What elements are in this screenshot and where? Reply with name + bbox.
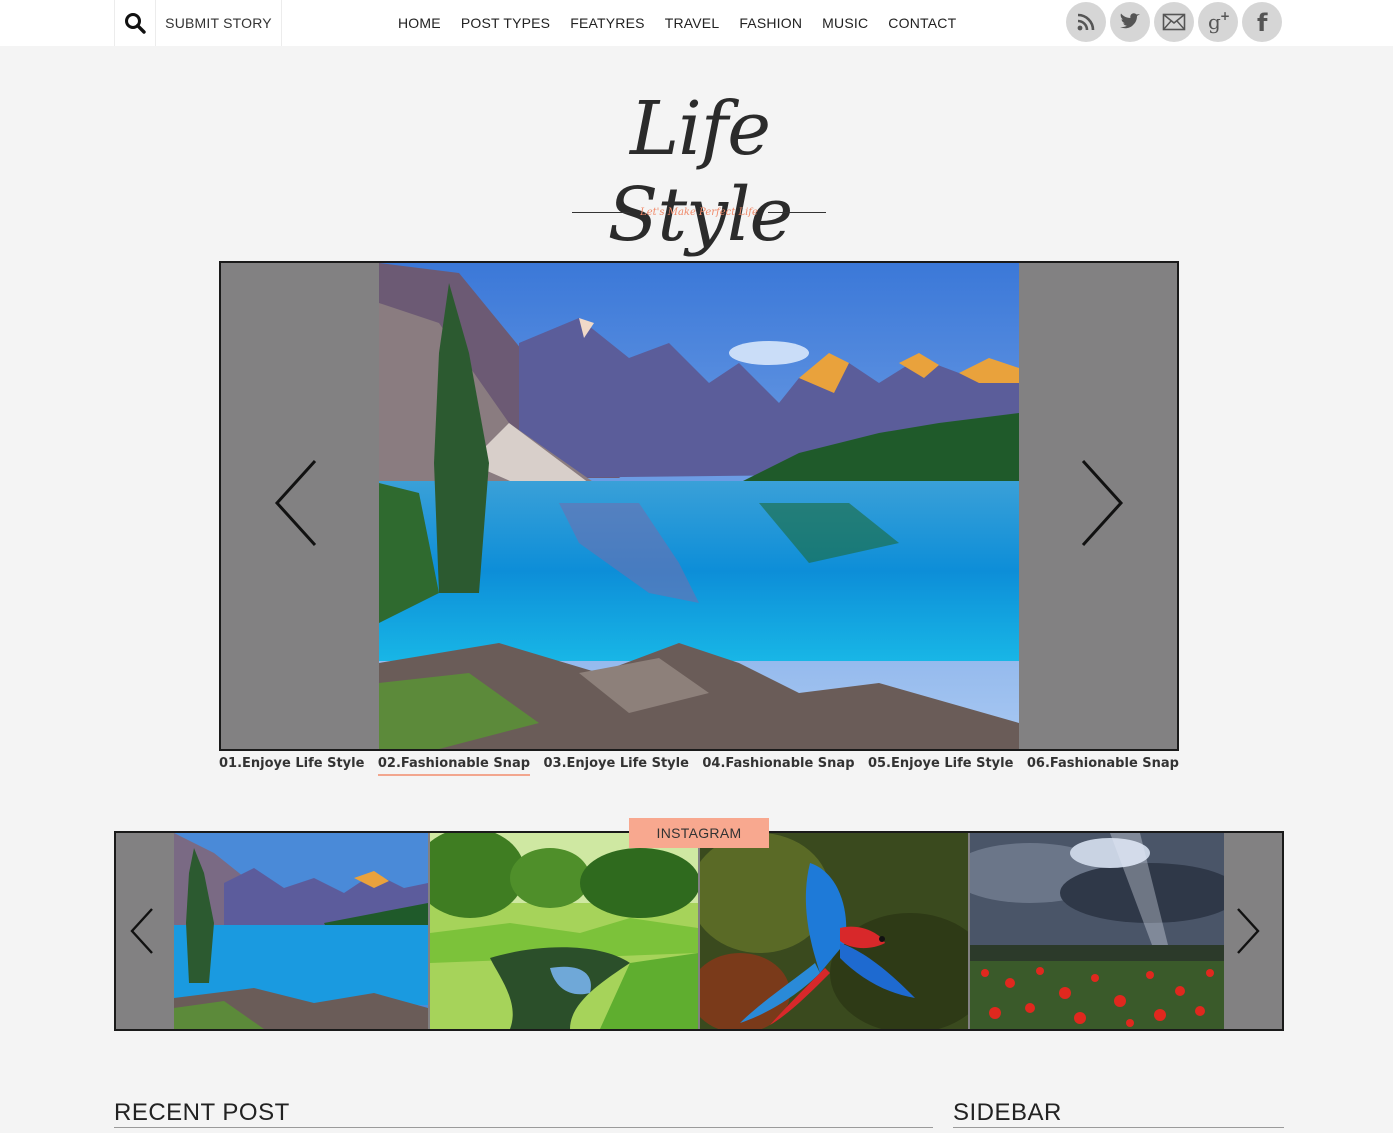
submit-story-link[interactable]: SUBMIT STORY: [156, 0, 282, 46]
google-plus-button[interactable]: g +: [1198, 2, 1238, 42]
search-button[interactable]: [114, 0, 156, 46]
email-button[interactable]: [1154, 2, 1194, 42]
email-icon: [1162, 13, 1186, 31]
logo-title: Life Style: [607, 86, 794, 258]
instagram-label: INSTAGRAM: [629, 818, 769, 848]
instagram-photo-green-river[interactable]: [430, 833, 698, 1029]
slider-tab-4[interactable]: 04.Fashionable Snap: [702, 756, 854, 776]
slider-next-button[interactable]: [1069, 453, 1129, 553]
logo-tagline-row: Let's Make Perfect Life: [572, 204, 826, 220]
recent-post-heading: RECENT POST: [114, 1099, 290, 1126]
rss-icon: [1077, 13, 1095, 31]
rss-button[interactable]: [1066, 2, 1106, 42]
main-nav: HOME POST TYPES FEATYRES TRAVEL FASHION …: [388, 0, 966, 46]
slider-tab-1[interactable]: 01.Enjoye Life Style: [219, 756, 364, 776]
chevron-left-icon: [130, 908, 153, 954]
site-logo[interactable]: Life Style: [540, 78, 860, 258]
instagram-photo-poppy-field[interactable]: [970, 833, 1224, 1029]
svg-text:+: +: [1220, 9, 1230, 23]
instagram-photo-mountain-lake[interactable]: [174, 833, 428, 1029]
instagram-prev-button[interactable]: [122, 905, 162, 957]
nav-music[interactable]: MUSIC: [812, 15, 878, 31]
nav-home[interactable]: HOME: [388, 15, 451, 31]
instagram-carousel: [114, 831, 1284, 1031]
slider-tab-6[interactable]: 06.Fashionable Snap: [1027, 756, 1179, 776]
slider-tabs: 01.Enjoye Life Style 02.Fashionable Snap…: [219, 756, 1179, 776]
slider-tab-2[interactable]: 02.Fashionable Snap: [377, 756, 531, 776]
social-links: g + f: [1066, 2, 1282, 42]
slide-image-mountain-lake[interactable]: [379, 263, 1019, 749]
main-slider: [219, 261, 1179, 751]
sidebar-divider: [953, 1127, 1284, 1128]
nav-fashion[interactable]: FASHION: [729, 15, 812, 31]
chevron-right-icon: [1237, 908, 1260, 954]
nav-features[interactable]: FEATYRES: [560, 15, 654, 31]
sidebar-heading: SIDEBAR: [953, 1099, 1062, 1126]
nav-travel[interactable]: TRAVEL: [655, 15, 730, 31]
slider-prev-button[interactable]: [269, 453, 329, 553]
top-bar: SUBMIT STORY HOME POST TYPES FEATYRES TR…: [0, 0, 1393, 46]
chevron-left-icon: [274, 459, 317, 547]
chevron-right-icon: [1081, 459, 1124, 547]
search-icon: [125, 13, 146, 34]
slider-tab-5[interactable]: 05.Enjoye Life Style: [868, 756, 1013, 776]
facebook-icon: f: [1257, 9, 1268, 35]
recent-post-divider: [114, 1127, 933, 1128]
slider-tab-3[interactable]: 03.Enjoye Life Style: [543, 756, 688, 776]
twitter-button[interactable]: [1110, 2, 1150, 42]
google-plus-icon: g +: [1208, 9, 1230, 34]
logo-tagline: Let's Make Perfect Life: [640, 206, 758, 218]
svg-text:f: f: [1257, 9, 1268, 35]
instagram-next-button[interactable]: [1228, 905, 1268, 957]
tagline-divider-right: [768, 211, 826, 213]
instagram-photo-macaw[interactable]: [700, 833, 968, 1029]
nav-contact[interactable]: CONTACT: [878, 15, 966, 31]
twitter-icon: [1120, 13, 1140, 29]
tagline-divider-left: [572, 211, 630, 213]
nav-post-types[interactable]: POST TYPES: [451, 15, 560, 31]
facebook-button[interactable]: f: [1242, 2, 1282, 42]
